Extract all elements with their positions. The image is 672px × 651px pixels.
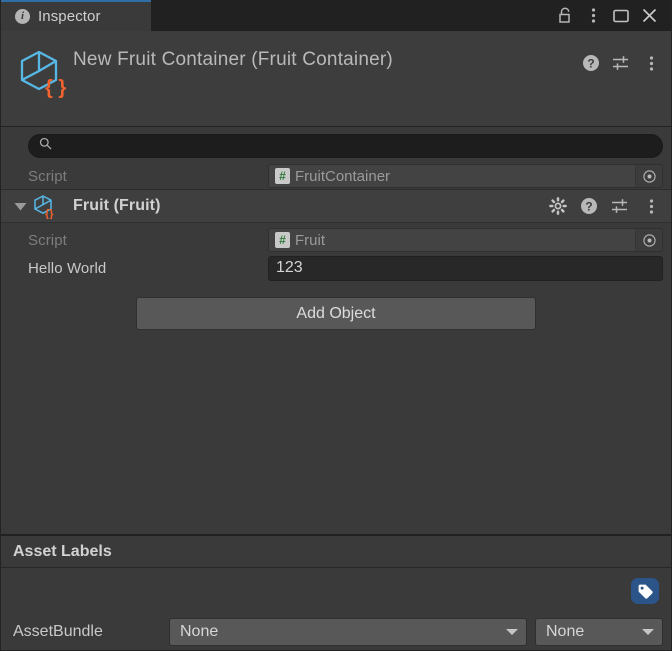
svg-text:?: ? (587, 57, 594, 71)
search-field[interactable] (28, 134, 663, 158)
preset-icon[interactable] (608, 194, 632, 218)
lock-icon[interactable] (551, 0, 579, 31)
asset-bundle-row: AssetBundle None None (1, 614, 671, 650)
window-tab-bar: i Inspector (1, 0, 671, 31)
search-input[interactable] (52, 137, 652, 155)
scriptable-object-icon: { } (15, 47, 67, 99)
add-object-button[interactable]: Add Object (136, 297, 536, 330)
object-picker-icon[interactable] (635, 165, 662, 187)
asset-labels-header[interactable]: Asset Labels (1, 534, 671, 568)
hello-world-label: Hello World (28, 259, 107, 277)
csharp-script-icon: # (275, 232, 290, 248)
help-icon[interactable]: ? (577, 194, 601, 218)
chevron-down-icon[interactable] (11, 197, 29, 215)
tab-inspector-label: Inspector (38, 8, 101, 25)
window-controls (551, 0, 671, 31)
svg-text:?: ? (585, 200, 592, 214)
svg-text:{ }: { } (45, 77, 66, 99)
root-script-value-area[interactable]: # FruitContainer (269, 168, 635, 185)
asset-bundle-variant-value: None (546, 623, 585, 640)
component-script-object-field[interactable]: # Fruit (268, 228, 663, 252)
hello-world-input[interactable]: 123 (268, 255, 663, 281)
hello-world-row: Hello World 123 (1, 253, 671, 283)
search-icon (39, 137, 52, 155)
component-script-value-area[interactable]: # Fruit (269, 232, 635, 249)
tag-icon[interactable] (631, 578, 659, 604)
chevron-down-icon (506, 629, 518, 635)
inspector-window: i Inspector {} New Fruit Container (Fru… (0, 0, 672, 651)
add-object-row: Add Object (1, 283, 671, 330)
component-script-row: Script # Fruit (1, 227, 671, 253)
help-icon[interactable]: ? (579, 51, 603, 75)
asset-bundle-variant-dropdown[interactable]: None (535, 618, 663, 646)
asset-bundle-name-value: None (180, 623, 219, 640)
hello-world-value: 123 (276, 259, 303, 276)
asset-labels-title: Asset Labels (13, 542, 112, 560)
gear-icon[interactable] (546, 194, 570, 218)
svg-text:{}: {} (45, 208, 54, 219)
component-title: Fruit (Fruit) (73, 197, 161, 214)
component-header-fruit[interactable]: {} Fruit (Fruit) ? (1, 189, 671, 223)
root-script-label: Script (28, 167, 67, 185)
root-script-value: FruitContainer (295, 167, 391, 185)
asset-bundle-name-dropdown[interactable]: None (169, 618, 527, 646)
maximize-icon[interactable] (607, 0, 635, 31)
component-script-label: Script (28, 231, 67, 249)
preset-icon[interactable] (609, 51, 633, 75)
tab-inspector[interactable]: i Inspector (1, 0, 151, 31)
chevron-down-icon (642, 629, 654, 635)
csharp-script-icon: # (275, 168, 290, 184)
kebab-menu-icon[interactable] (639, 194, 663, 218)
search-row (1, 127, 671, 163)
kebab-menu-icon[interactable] (639, 51, 663, 75)
info-icon: i (15, 9, 30, 24)
page-title: New Fruit Container (Fruit Container) (73, 49, 393, 70)
component-script-value: Fruit (295, 231, 325, 249)
kebab-menu-icon[interactable] (579, 0, 607, 31)
scriptable-object-icon: {} (31, 193, 57, 220)
tab-bar-spacer (151, 0, 551, 31)
asset-bundle-label: AssetBundle (13, 623, 103, 640)
inspector-body: Script # FruitContainer {} Fruit (Fruit)… (1, 127, 671, 650)
body-filler (1, 330, 671, 534)
root-script-object-field[interactable]: # FruitContainer (268, 164, 663, 188)
asset-labels-area (1, 568, 671, 614)
close-icon[interactable] (635, 0, 663, 31)
object-header-icons: ? (579, 51, 671, 75)
object-header: { } New Fruit Container (Fruit Container… (1, 31, 671, 127)
object-picker-icon[interactable] (635, 229, 662, 251)
component-header-icons: ? (546, 194, 663, 218)
root-script-row: Script # FruitContainer (1, 163, 671, 189)
